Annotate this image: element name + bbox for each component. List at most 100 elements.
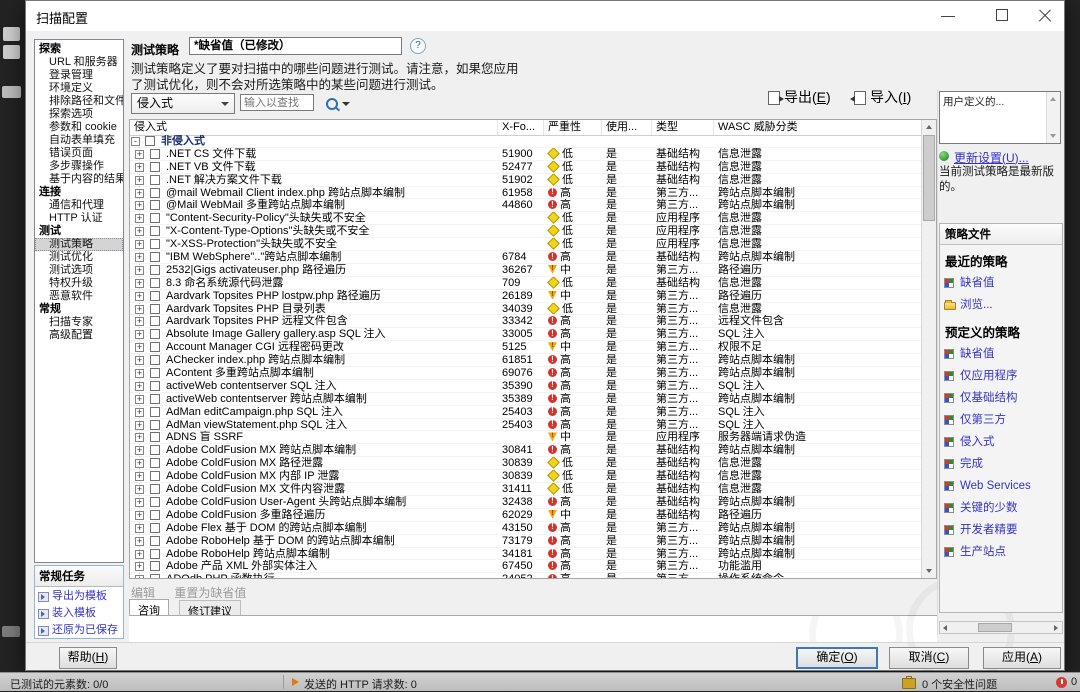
table-row[interactable]: +Absolute Image Gallery gallery.asp SQL …	[130, 328, 922, 341]
table-row[interactable]: +Adobe 产品 XML 外部实体注入67450高是第三方...功能滥用	[130, 560, 922, 573]
table-row[interactable]: +activeWeb contentserver SQL 注入35390高是第三…	[130, 380, 922, 393]
column-header[interactable]: 使用...	[602, 120, 652, 135]
table-row[interactable]: +.NET VB 文件下载52477低是基础结构信息泄露	[130, 161, 922, 174]
expander-icon[interactable]: +	[135, 408, 144, 417]
sidebar-item-测试选项[interactable]: 测试选项	[35, 264, 123, 277]
table-row[interactable]: +.NET 解决方案文件下载51902低是基础结构信息泄露	[130, 174, 922, 187]
table-row[interactable]: +2532|Gigs activateuser.php 路径遍历36267中是第…	[130, 264, 922, 277]
expander-icon[interactable]: +	[135, 382, 144, 391]
expander-icon[interactable]: +	[135, 511, 144, 520]
expander-icon[interactable]: +	[135, 163, 144, 172]
column-header[interactable]: 侵入式	[130, 120, 498, 135]
column-header[interactable]: 类型	[652, 120, 714, 135]
row-checkbox[interactable]	[150, 420, 160, 430]
table-row[interactable]: +Aardvark Topsites PHP 远程文件包含33342高是第三方.…	[130, 315, 922, 328]
scroll-down-icon[interactable]	[922, 564, 936, 578]
expander-icon[interactable]: +	[135, 227, 144, 236]
sidebar-item-恶意软件[interactable]: 恶意软件	[35, 290, 123, 303]
expander-icon[interactable]: +	[135, 537, 144, 546]
column-header[interactable]: 严重性	[544, 120, 602, 135]
row-checkbox[interactable]	[150, 574, 160, 578]
policy-name-field[interactable]: *缺省值（已修改）	[189, 37, 402, 55]
sidebar-item-特权升级[interactable]: 特权升级	[35, 277, 123, 290]
update-settings-link[interactable]: 更新设置(U)...	[954, 149, 1029, 166]
table-row[interactable]: +Adobe Flex 基于 DOM 的跨站点脚本编制43150高是第三方...…	[130, 522, 922, 535]
expander-icon[interactable]: +	[135, 317, 144, 326]
row-checkbox[interactable]	[150, 175, 160, 185]
row-checkbox[interactable]	[150, 394, 160, 404]
common-task-link[interactable]: 装入模板	[35, 606, 123, 621]
row-checkbox[interactable]	[150, 561, 160, 571]
sidebar-item-错误页面[interactable]: 错误页面	[35, 147, 123, 160]
table-row[interactable]: +AdMan editCampaign.php SQL 注入25403高是第三方…	[130, 406, 922, 419]
sidebar-item-探索选项[interactable]: 探索选项	[35, 108, 123, 121]
row-checkbox[interactable]	[150, 510, 160, 520]
table-row[interactable]: +"X-XSS-Protection"头缺失或不安全低是应用程序信息泄露	[130, 238, 922, 251]
row-checkbox[interactable]	[150, 484, 160, 494]
row-checkbox[interactable]	[150, 278, 160, 288]
sidebar-item-排除路径和文件[interactable]: 排除路径和文件	[35, 95, 123, 108]
table-row[interactable]: +"IBM WebSphere".."跨站点脚本编制6784高是基础结构跨站点脚…	[130, 251, 922, 264]
table-root-row[interactable]: -非侵入式	[130, 135, 922, 148]
predefined-policy-link[interactable]: 关键的少数	[940, 497, 1062, 519]
search-icon[interactable]	[326, 98, 338, 110]
row-checkbox[interactable]	[150, 523, 160, 533]
expander-icon[interactable]: +	[135, 176, 144, 185]
expander-icon[interactable]: +	[135, 150, 144, 159]
sidebar-item-自动表单填充[interactable]: 自动表单填充	[35, 134, 123, 147]
common-task-link[interactable]: 还原为已保存	[35, 623, 123, 638]
cancel-button[interactable]: 取消(C)	[889, 647, 969, 669]
common-task-link[interactable]: 导出为模板	[35, 589, 123, 604]
predefined-policy-link[interactable]: 生产站点	[940, 541, 1062, 563]
expander-icon[interactable]: +	[135, 369, 144, 378]
sidebar-item-基于内容的结果[interactable]: 基于内容的结果	[35, 173, 123, 186]
table-row[interactable]: +Adobe ColdFusion MX 路径泄露30839低是基础结构信息泄露	[130, 457, 922, 470]
row-checkbox[interactable]	[150, 265, 160, 275]
row-checkbox[interactable]	[150, 226, 160, 236]
expander-icon[interactable]: +	[135, 472, 144, 481]
row-checkbox[interactable]	[150, 549, 160, 559]
sidebar-item-扫描专家[interactable]: 扫描专家	[35, 316, 123, 329]
row-checkbox[interactable]	[150, 355, 160, 365]
expander-icon[interactable]: +	[135, 343, 144, 352]
maximize-icon[interactable]	[988, 1, 1018, 31]
table-row[interactable]: +ADOdb PHP 函数执行24052高是第三方...操作系统命令	[130, 573, 922, 578]
table-row[interactable]: +Adobe RoboHelp 基于 DOM 的跨站点脚本编制73179高是第三…	[130, 535, 922, 548]
expander-icon[interactable]: +	[135, 253, 144, 262]
row-checkbox[interactable]	[150, 304, 160, 314]
row-checkbox[interactable]	[150, 213, 160, 223]
help-icon[interactable]	[410, 38, 426, 54]
table-row[interactable]: +@mail Webmail Client index.php 跨站点脚本编制6…	[130, 187, 922, 200]
sidebar-item-高级配置[interactable]: 高级配置	[35, 329, 123, 342]
filter-dropdown[interactable]: 侵入式	[131, 93, 235, 114]
search-options-caret-icon[interactable]	[342, 102, 350, 106]
table-row[interactable]: +"Content-Security-Policy"头缺失或不安全低是应用程序信…	[130, 212, 922, 225]
table-row[interactable]: +AContent 多重跨站点脚本编制69076高是第三方...跨站点脚本编制	[130, 367, 922, 380]
scrollbar-thumb[interactable]	[923, 135, 935, 221]
row-checkbox[interactable]	[150, 381, 160, 391]
expander-icon[interactable]: +	[135, 550, 144, 559]
ok-button[interactable]: 确定(O)	[796, 647, 878, 669]
expander-icon[interactable]: +	[135, 562, 144, 571]
table-row[interactable]: +ADNS 盲 SSRF中是应用程序服务器端请求伪造	[130, 431, 922, 444]
table-row[interactable]: +.NET CS 文件下载51900低是基础结构信息泄露	[130, 148, 922, 161]
expander-icon[interactable]: +	[135, 459, 144, 468]
sidebar-item-测试策略[interactable]: 测试策略	[35, 238, 123, 251]
row-checkbox[interactable]	[150, 291, 160, 301]
export-button[interactable]: 导出(E)	[784, 87, 831, 107]
row-checkbox[interactable]	[145, 136, 155, 146]
scroll-right-icon[interactable]	[1050, 622, 1062, 633]
row-checkbox[interactable]	[150, 200, 160, 210]
expander-icon[interactable]: +	[135, 305, 144, 314]
table-row[interactable]: +Aardvark Topsites PHP lostpw.php 路径遍历26…	[130, 290, 922, 303]
expander-icon[interactable]: +	[135, 498, 144, 507]
sidebar-item-通信和代理[interactable]: 通信和代理	[35, 199, 123, 212]
row-checkbox[interactable]	[150, 432, 160, 442]
user-defined-scrollbar[interactable]	[1046, 92, 1060, 143]
table-row[interactable]: +Adobe ColdFusion User-Agent 头跨站点脚本编制324…	[130, 496, 922, 509]
table-row[interactable]: +activeWeb contentserver 跨站点脚本编制35389高是第…	[130, 393, 922, 406]
edit-link[interactable]: 编辑	[131, 586, 155, 600]
predefined-policy-link[interactable]: 完成	[940, 453, 1062, 475]
predefined-policy-link[interactable]: 仅第三方	[940, 409, 1062, 431]
close-icon[interactable]	[1030, 1, 1060, 31]
